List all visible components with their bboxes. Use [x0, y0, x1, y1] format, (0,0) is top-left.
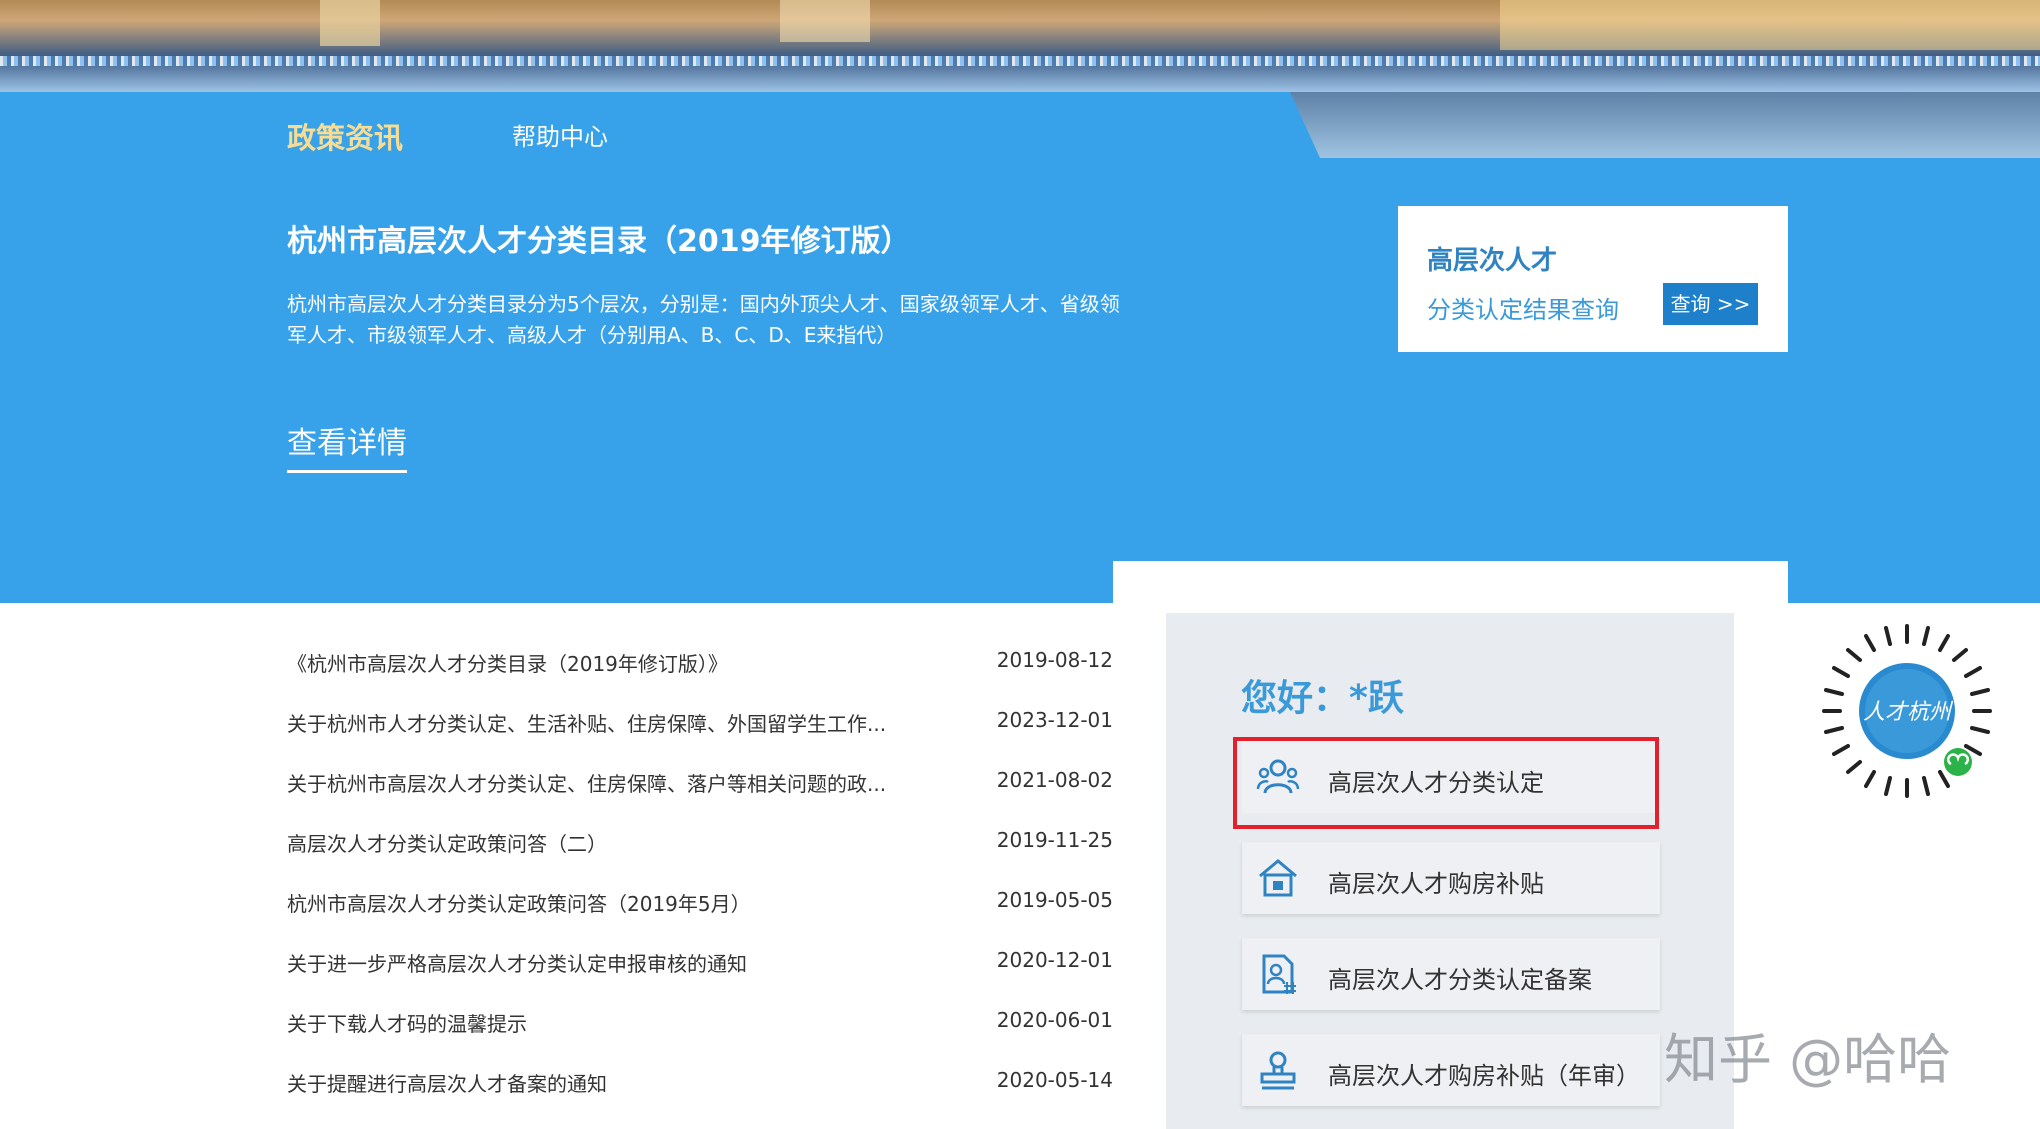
hero-description: 杭州市高层次人才分类目录分为5个层次，分别是：国内外顶尖人才、国家级领军人才、省…	[287, 292, 1120, 347]
news-item[interactable]: 杭州市高层次人才分类认定政策问答（2019年5月） 2019-05-05	[287, 880, 1113, 940]
news-title[interactable]: 关于杭州市人才分类认定、生活补贴、住房保障、外国留学生工作...	[287, 708, 886, 737]
document-user-icon	[1262, 954, 1296, 994]
service-housing-subsidy-annual-review[interactable]: 高层次人才购房补贴（年审）	[1242, 1034, 1660, 1106]
banner-river-image	[1290, 92, 2040, 158]
news-title[interactable]: 关于进一步严格高层次人才分类认定申报审核的通知	[287, 948, 747, 977]
service-label: 高层次人才分类认定备案	[1328, 966, 1592, 994]
stamp-icon	[1260, 1051, 1296, 1090]
service-classification-filing[interactable]: 高层次人才分类认定备案	[1242, 938, 1660, 1010]
news-date: 2023-12-01	[996, 708, 1113, 732]
news-item[interactable]: 关于进一步严格高层次人才分类认定申报审核的通知 2020-12-01	[287, 940, 1113, 1000]
query-card-title: 高层次人才	[1427, 246, 1558, 276]
service-label: 高层次人才购房补贴（年审）	[1328, 1062, 1640, 1090]
service-housing-subsidy[interactable]: 高层次人才购房补贴	[1242, 842, 1660, 914]
news-item[interactable]: 关于下载人才码的温馨提示 2020-06-01	[287, 1000, 1113, 1060]
service-label: 高层次人才购房补贴	[1328, 870, 1544, 898]
nav-item-policy-news[interactable]: 政策资讯	[287, 115, 403, 157]
query-button[interactable]: 查询 >>	[1663, 283, 1758, 325]
banner-building	[320, 0, 380, 46]
qr-logo-text: 人才杭州	[1863, 699, 1954, 724]
query-card-subtitle: 分类认定结果查询	[1427, 296, 1619, 324]
news-title[interactable]: 杭州市高层次人才分类认定政策问答（2019年5月）	[287, 888, 751, 917]
news-date: 2020-12-01	[996, 948, 1113, 972]
user-service-panel: 您好：*跃 高层次人才分类认定 高层次人才购房补贴 高层次人才分类认定备案 高层…	[1166, 613, 1734, 1129]
news-title[interactable]: 关于下载人才码的温馨提示	[287, 1008, 527, 1037]
view-details-link[interactable]: 查看详情	[287, 418, 407, 473]
house-icon	[1259, 859, 1297, 897]
nav-item-help-center[interactable]: 帮助中心	[512, 117, 608, 152]
news-list: 《杭州市高层次人才分类目录（2019年修订版）》 2019-08-12 关于杭州…	[287, 640, 1113, 1120]
news-title[interactable]: 高层次人才分类认定政策问答（二）	[287, 828, 607, 857]
news-item[interactable]: 关于提醒进行高层次人才备案的通知 2020-05-14	[287, 1060, 1113, 1120]
header-banner-image	[0, 0, 2040, 92]
news-title[interactable]: 关于杭州市高层次人才分类认定、住房保障、落户等相关问题的政...	[287, 768, 886, 797]
news-item[interactable]: 高层次人才分类认定政策问答（二） 2019-11-25	[287, 820, 1113, 880]
news-item[interactable]: 关于杭州市人才分类认定、生活补贴、住房保障、外国留学生工作... 2023-12…	[287, 700, 1113, 760]
hero-title: 杭州市高层次人才分类目录（2019年修订版）	[287, 224, 911, 259]
news-date: 2019-05-05	[996, 888, 1113, 912]
news-item[interactable]: 《杭州市高层次人才分类目录（2019年修订版）》 2019-08-12	[287, 640, 1113, 700]
news-title[interactable]: 关于提醒进行高层次人才备案的通知	[287, 1068, 607, 1097]
news-item[interactable]: 关于杭州市高层次人才分类认定、住房保障、落户等相关问题的政... 2021-08…	[287, 760, 1113, 820]
result-query-card: 高层次人才 分类认定结果查询 查询 >>	[1398, 206, 1788, 352]
highlight-annotation-box	[1233, 737, 1659, 829]
banner-bridge	[1500, 0, 2040, 50]
news-date: 2020-05-14	[996, 1068, 1113, 1092]
news-date: 2021-08-02	[996, 768, 1113, 792]
watermark: 知乎 @哈哈	[1664, 1028, 1952, 1091]
news-title[interactable]: 《杭州市高层次人才分类目录（2019年修订版）》	[287, 648, 728, 677]
banner-building	[780, 0, 870, 42]
user-greeting: 您好：*跃	[1241, 678, 1404, 719]
mini-program-qr-code: 人才杭州	[1822, 624, 1992, 798]
banner-city-lights	[0, 56, 2040, 66]
news-date: 2020-06-01	[996, 1008, 1113, 1032]
news-date: 2019-08-12	[996, 648, 1113, 672]
news-date: 2019-11-25	[996, 828, 1113, 852]
